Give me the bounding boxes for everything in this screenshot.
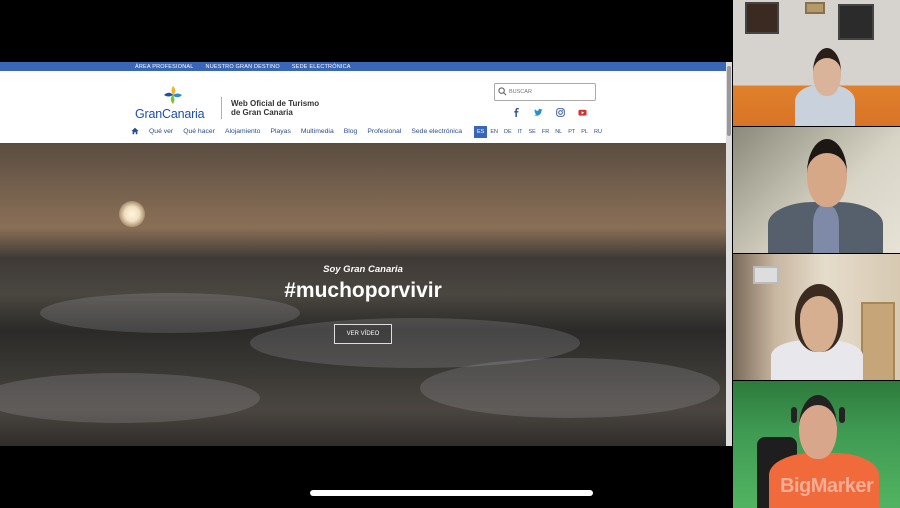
nav-item-multimedia[interactable]: Multimedia xyxy=(301,128,334,135)
participant-head xyxy=(813,48,841,96)
door xyxy=(861,302,895,380)
site-header: GranCanaria Web Oficial de Turismo de Gr… xyxy=(0,71,726,144)
logo-separator xyxy=(221,97,222,119)
participant-head xyxy=(799,395,837,459)
shared-screen: ÁREA PROFESIONAL NUESTRO GRAN DESTINO SE… xyxy=(0,62,726,446)
facebook-icon[interactable] xyxy=(512,104,521,117)
search-icon[interactable] xyxy=(498,87,507,96)
youtube-icon[interactable] xyxy=(578,104,587,116)
site-title-line-1: Web Oficial de Turismo xyxy=(231,99,320,108)
twitter-icon[interactable] xyxy=(534,104,543,116)
hero-wave xyxy=(0,373,260,423)
bigmarker-watermark: BigMarker xyxy=(780,475,874,497)
logo-text: GranCanaria xyxy=(135,107,205,121)
nav-item-playas[interactable]: Playas xyxy=(270,128,290,135)
participant-video-2[interactable] xyxy=(733,127,900,253)
hero-subtitle: Soy Gran Canaria xyxy=(323,264,403,275)
wall-picture xyxy=(805,2,825,14)
nav-item-profesional[interactable]: Profesional xyxy=(367,128,401,135)
lang-it[interactable]: IT xyxy=(515,126,526,138)
lang-se[interactable]: SE xyxy=(526,126,539,138)
participant-video-1[interactable] xyxy=(733,0,900,126)
lang-nl[interactable]: NL xyxy=(552,126,565,138)
wall-picture xyxy=(838,4,874,40)
lang-pt[interactable]: PT xyxy=(565,126,578,138)
nav-item-sede-electronica[interactable]: Sede electrónica xyxy=(411,128,462,135)
headset-icon xyxy=(839,407,845,423)
nav-item-que-ver[interactable]: Qué ver xyxy=(149,128,173,135)
main-nav: Qué ver Qué hacer Alojamiento Playas Mul… xyxy=(131,127,462,135)
topbar-link-area-profesional[interactable]: ÁREA PROFESIONAL xyxy=(135,64,194,70)
participant-shirt xyxy=(813,205,839,253)
top-utility-bar: ÁREA PROFESIONAL NUESTRO GRAN DESTINO SE… xyxy=(0,62,726,71)
language-selector: ES EN DE IT SE FR NL PT PL RU xyxy=(474,126,605,138)
nav-item-blog[interactable]: Blog xyxy=(344,128,358,135)
instagram-icon[interactable] xyxy=(556,104,565,117)
participant-head xyxy=(795,284,843,352)
nav-item-alojamiento[interactable]: Alojamiento xyxy=(225,128,261,135)
participant-head xyxy=(807,139,847,207)
lang-ru[interactable]: RU xyxy=(591,126,605,138)
hero-title: #muchoporvivir xyxy=(284,279,442,302)
lang-pl[interactable]: PL xyxy=(578,126,591,138)
hero-sun xyxy=(119,201,145,227)
hero-wave xyxy=(420,358,720,418)
lang-en[interactable]: EN xyxy=(487,126,501,138)
wall-picture xyxy=(745,2,779,34)
social-links xyxy=(512,104,587,117)
headset-icon xyxy=(791,407,797,423)
logo-mark-icon xyxy=(164,86,182,104)
topbar-link-nuestro-gran-destino[interactable]: NUESTRO GRAN DESTINO xyxy=(206,64,280,70)
lang-es[interactable]: ES xyxy=(474,126,488,138)
watch-video-button[interactable]: VER VÍDEO xyxy=(334,324,392,344)
gran-canaria-logo[interactable]: GranCanaria xyxy=(135,84,213,124)
hero-video-banner[interactable]: Soy Gran Canaria #muchoporvivir VER VÍDE… xyxy=(0,143,726,446)
wall-unit xyxy=(753,266,779,284)
site-title: Web Oficial de Turismo de Gran Canaria xyxy=(231,99,319,117)
site-title-line-2: de Gran Canaria xyxy=(231,108,293,117)
home-icon[interactable] xyxy=(131,127,139,135)
topbar-link-sede-electronica[interactable]: SEDE ELECTRÓNICA xyxy=(292,64,351,70)
lang-de[interactable]: DE xyxy=(501,126,515,138)
search-box[interactable] xyxy=(494,83,596,101)
participant-video-3[interactable] xyxy=(733,254,900,380)
home-indicator[interactable] xyxy=(310,490,593,496)
scroll-thumb[interactable] xyxy=(727,66,731,136)
search-input[interactable] xyxy=(509,86,589,97)
nav-item-que-hacer[interactable]: Qué hacer xyxy=(183,128,215,135)
lang-fr[interactable]: FR xyxy=(539,126,552,138)
page-scrollbar[interactable] xyxy=(726,62,732,446)
